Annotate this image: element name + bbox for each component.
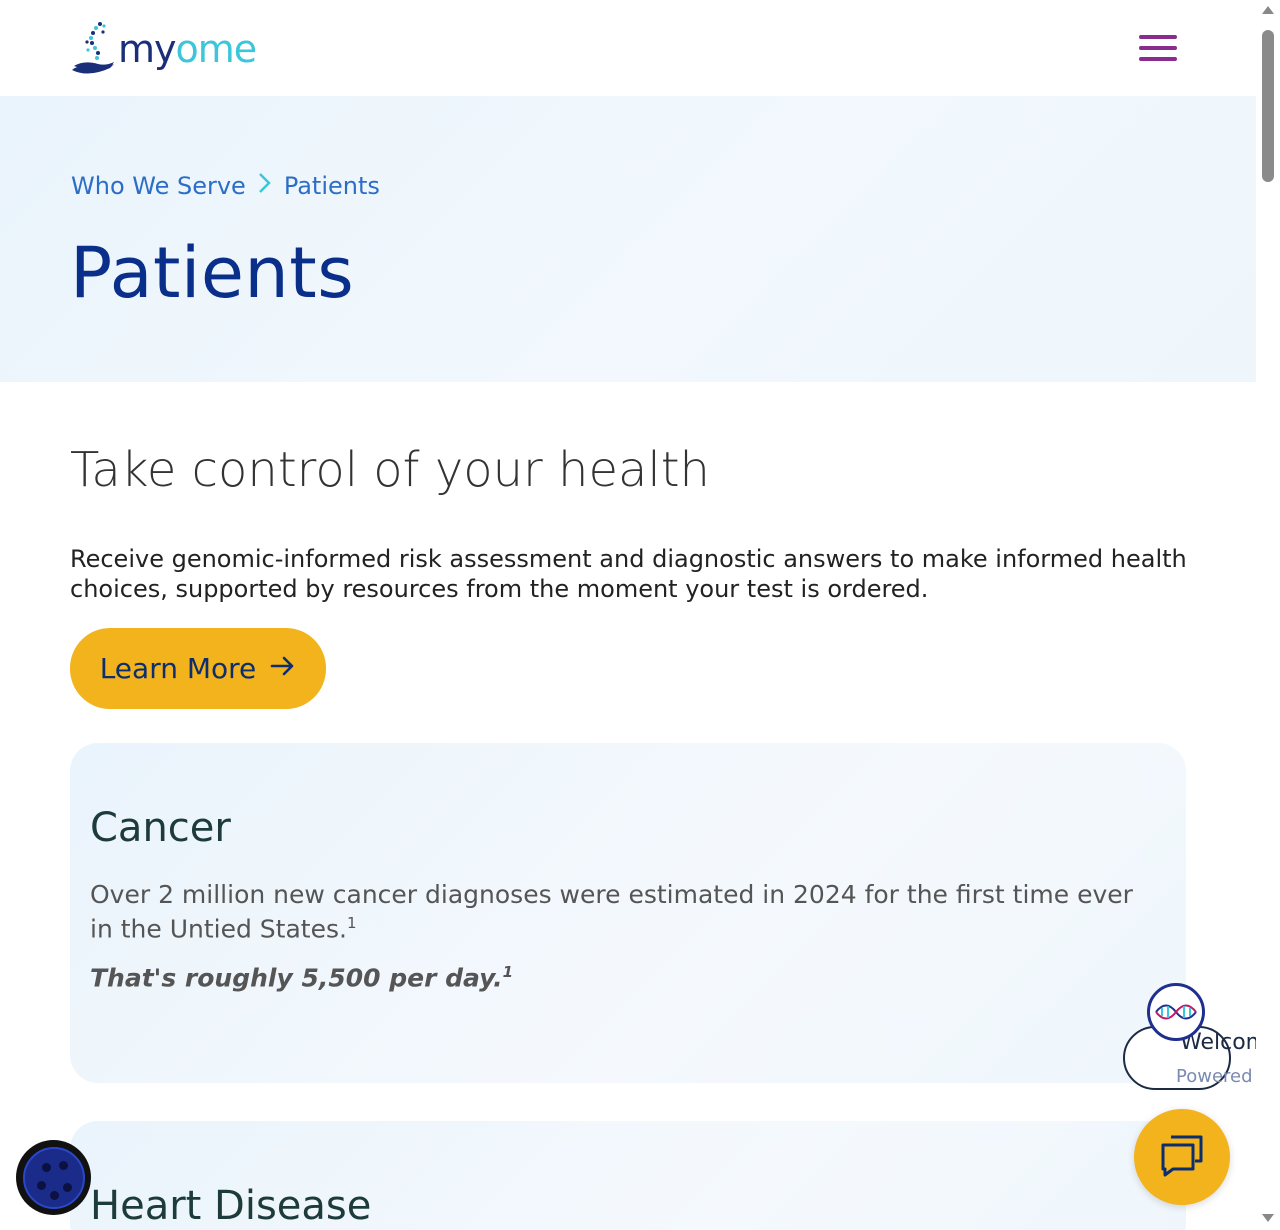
- breadcrumb: Who We Serve Patients: [71, 172, 380, 200]
- hero-banner: Who We Serve Patients Patients: [0, 96, 1256, 382]
- vertical-scrollbar[interactable]: [1256, 0, 1280, 1230]
- scroll-up-arrow-icon[interactable]: [1262, 6, 1274, 14]
- scroll-down-arrow-icon[interactable]: [1262, 1214, 1274, 1222]
- intro-heading: Take control of your health: [70, 442, 710, 498]
- heart-disease-card: Heart Disease: [70, 1121, 1186, 1230]
- cookie-settings-button[interactable]: [16, 1140, 91, 1215]
- page-title: Patients: [70, 232, 355, 314]
- scrollbar-thumb[interactable]: [1262, 30, 1274, 182]
- logo-my: my: [118, 27, 177, 71]
- chat-powered-text: Powered: [1176, 1066, 1253, 1087]
- footnote-ref[interactable]: 1: [347, 914, 357, 932]
- logo-wordmark: myome: [118, 27, 258, 71]
- card-title: Heart Disease: [90, 1183, 372, 1229]
- dna-avatar-icon[interactable]: [1147, 983, 1205, 1041]
- chat-launcher-button[interactable]: [1134, 1109, 1230, 1205]
- cancer-card: Cancer Over 2 million new cancer diagnos…: [70, 743, 1186, 1083]
- intro-text: Receive genomic-informed risk assessment…: [70, 545, 1187, 603]
- hamburger-menu-icon[interactable]: [1139, 35, 1177, 65]
- cookie-icon: [22, 1146, 85, 1209]
- card-emphasis: That's roughly 5,500 per day.1: [90, 963, 513, 992]
- card-text: Over 2 million new cancer diagnoses were…: [90, 880, 1160, 944]
- learn-more-button[interactable]: Learn More: [70, 628, 326, 709]
- breadcrumb-patients[interactable]: Patients: [284, 172, 380, 200]
- card-emphasis-body: That's roughly 5,500 per day.: [90, 963, 503, 993]
- site-header: myome: [0, 0, 1256, 96]
- chevron-right-icon: [258, 172, 272, 200]
- hand-dna-logo-icon: [70, 20, 118, 78]
- learn-more-label: Learn More: [99, 652, 257, 685]
- chat-bubbles-icon: [1159, 1133, 1205, 1181]
- myome-logo[interactable]: myome: [70, 18, 258, 78]
- logo-ome: ome: [175, 27, 258, 71]
- arrow-right-icon: [270, 652, 296, 685]
- footnote-ref[interactable]: 1: [503, 963, 513, 981]
- card-text-body: Over 2 million new cancer diagnoses were…: [90, 880, 1133, 944]
- breadcrumb-who-we-serve[interactable]: Who We Serve: [71, 172, 246, 200]
- card-title: Cancer: [90, 805, 231, 851]
